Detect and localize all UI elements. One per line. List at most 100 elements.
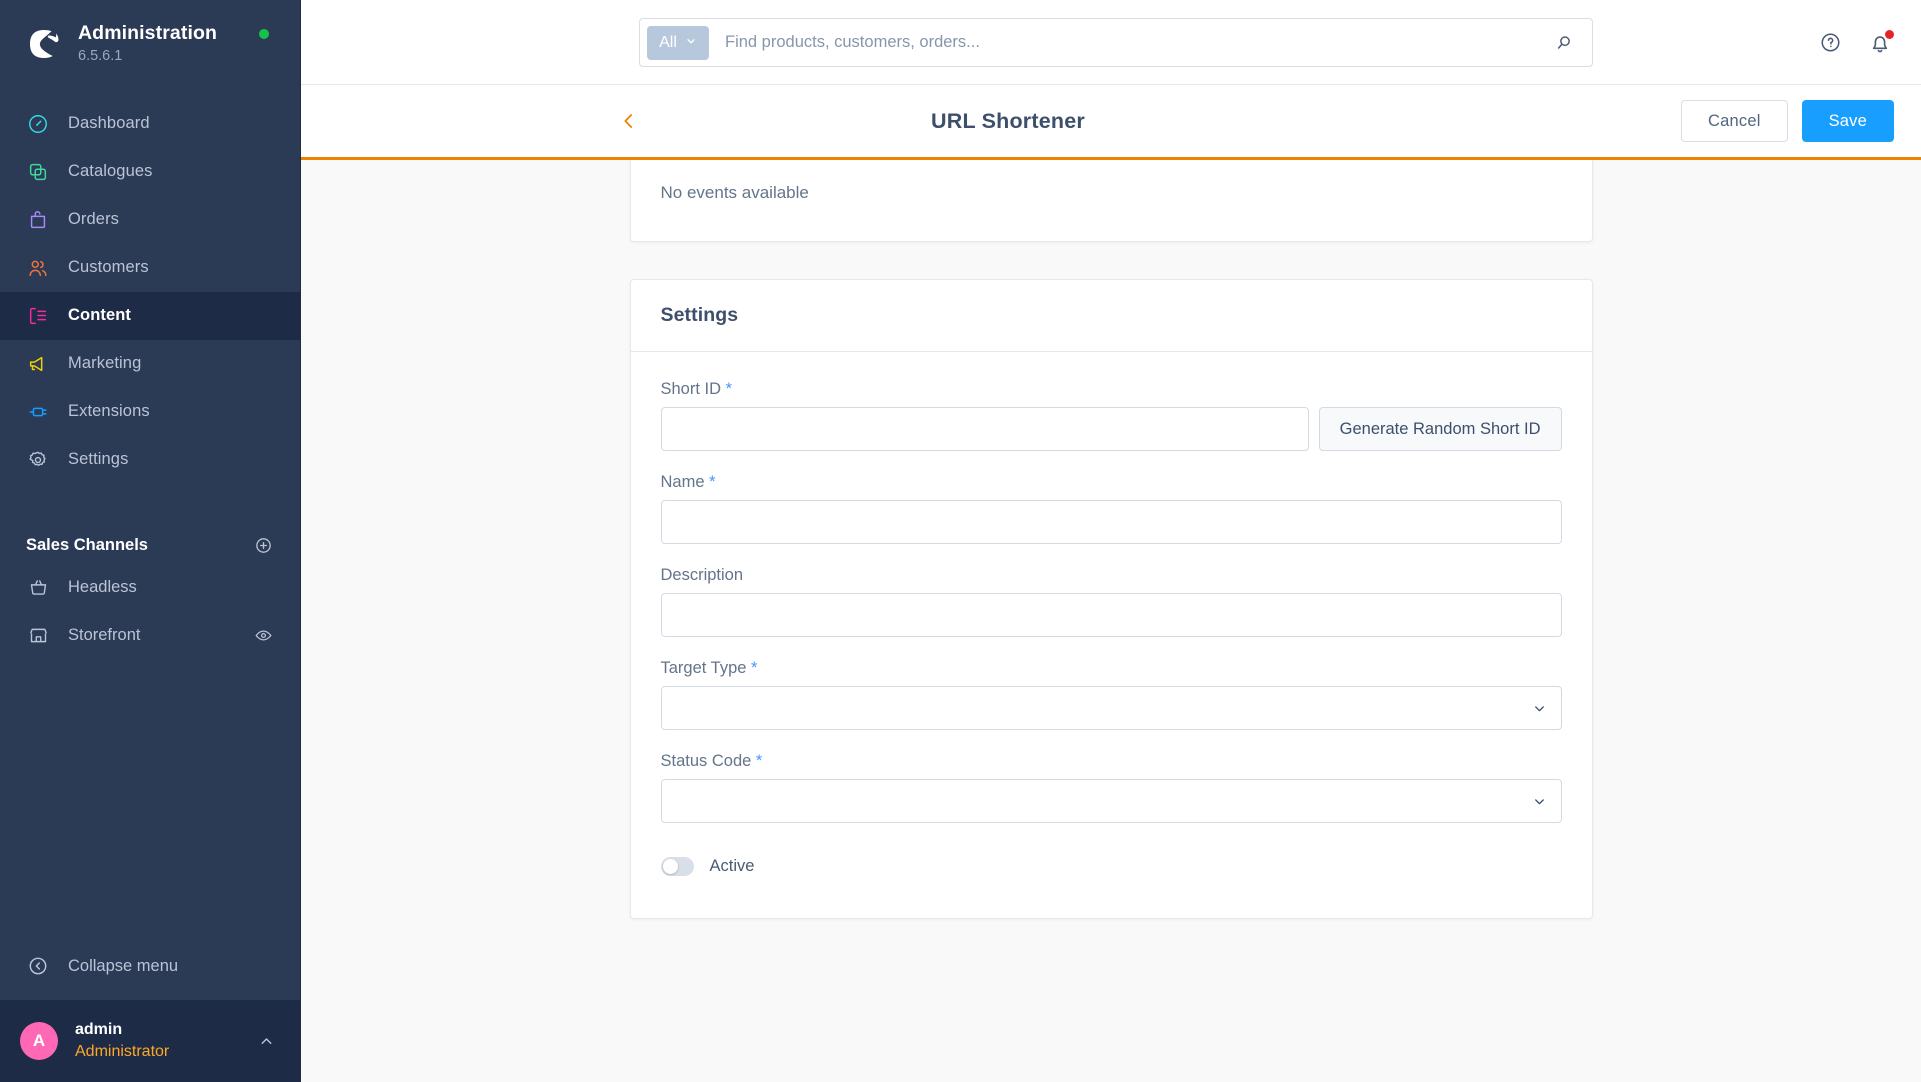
main-area: All Find products, customers, orders... … — [301, 0, 1921, 1082]
events-card-body: No events available — [631, 160, 1592, 241]
sidebar: Administration 6.5.6.1 Dashboard Catalog… — [0, 0, 301, 1082]
search-scope-dropdown[interactable]: All — [647, 25, 709, 60]
sidebar-item-catalogues[interactable]: Catalogues — [0, 148, 300, 196]
sidebar-item-marketing[interactable]: Marketing — [0, 340, 300, 388]
sidebar-item-label: Headless — [68, 578, 137, 597]
customers-icon — [26, 256, 50, 280]
sidebar-item-label: Customers — [68, 258, 149, 277]
sales-channels-title: Sales Channels — [26, 536, 148, 555]
sidebar-item-content[interactable]: Content — [0, 291, 300, 340]
events-empty-text: No events available — [660, 183, 809, 202]
sidebar-item-customers[interactable]: Customers — [0, 244, 300, 292]
settings-card: Settings Short ID * Generate Random Shor… — [629, 279, 1593, 919]
content-inner: No events available Settings Short ID * — [629, 160, 1593, 955]
bell-icon[interactable] — [1866, 29, 1894, 57]
back-button[interactable] — [614, 106, 644, 136]
eye-icon[interactable] — [252, 625, 274, 647]
target-type-select-wrap — [660, 686, 1562, 730]
sidebar-item-label: Content — [68, 306, 132, 325]
avatar: A — [20, 1022, 58, 1060]
field-label-text: Name — [660, 473, 705, 491]
dashboard-icon — [26, 112, 50, 136]
chevron-up-icon[interactable] — [256, 1031, 276, 1051]
sidebar-item-dashboard[interactable]: Dashboard — [0, 100, 300, 148]
extensions-icon — [26, 400, 50, 424]
sidebar-item-label: Storefront — [68, 626, 141, 645]
chevron-down-icon — [685, 34, 697, 52]
user-role: Administrator — [75, 1043, 170, 1060]
sidebar-item-extensions[interactable]: Extensions — [0, 388, 300, 436]
collapse-menu-button[interactable]: Collapse menu — [0, 938, 300, 994]
settings-card-body: Short ID * Generate Random Short ID Name… — [630, 351, 1592, 918]
short-id-row: Generate Random Short ID — [660, 407, 1562, 451]
settings-gear-icon — [26, 448, 50, 472]
field-label-text: Status Code — [660, 752, 752, 770]
notification-badge — [1885, 29, 1894, 39]
cancel-button[interactable]: Cancel — [1681, 100, 1788, 142]
field-label: Description — [661, 566, 1562, 585]
basket-icon — [26, 576, 50, 600]
field-active: Active — [660, 857, 1562, 876]
target-type-select[interactable] — [660, 686, 1562, 730]
field-label-text: Description — [660, 566, 744, 584]
app-version: 6.5.6.1 — [78, 48, 123, 65]
storefront-icon — [26, 624, 50, 648]
field-label-text: Short ID — [660, 380, 722, 398]
name-input[interactable] — [660, 500, 1562, 544]
search-icon[interactable] — [1551, 30, 1577, 56]
required-asterisk: * — [725, 380, 733, 398]
field-label: Name * — [661, 473, 1562, 492]
sidebar-item-label: Dashboard — [68, 114, 150, 133]
catalogues-icon — [26, 160, 50, 184]
user-menu[interactable]: A admin Administrator — [0, 1000, 300, 1082]
field-label-text: Target Type — [660, 659, 747, 677]
sidebar-item-label: Extensions — [68, 402, 150, 421]
description-input[interactable] — [660, 593, 1562, 637]
field-short-id: Short ID * Generate Random Short ID — [660, 380, 1562, 451]
settings-card-title: Settings — [660, 304, 739, 326]
topbar-actions — [1816, 0, 1894, 85]
sidebar-item-label: Marketing — [68, 354, 142, 373]
toggle-knob — [662, 859, 678, 874]
help-circle-icon[interactable] — [1816, 29, 1844, 57]
sidebar-item-orders[interactable]: Orders — [0, 196, 300, 244]
field-name: Name * — [660, 473, 1562, 544]
sidebar-item-label: Settings — [68, 450, 129, 469]
save-button[interactable]: Save — [1801, 100, 1894, 142]
active-toggle[interactable] — [660, 857, 694, 876]
search-scope-label: All — [659, 33, 677, 51]
field-label: Short ID * — [661, 380, 1562, 399]
field-label: Target Type * — [661, 659, 1562, 678]
sidebar-header: Administration 6.5.6.1 — [0, 0, 300, 89]
content-bottom-spacer — [630, 919, 1593, 955]
active-toggle-label: Active — [709, 857, 755, 875]
status-indicator-dot — [259, 29, 269, 39]
search-input[interactable] — [709, 33, 1551, 52]
sidebar-item-headless[interactable]: Headless — [0, 564, 300, 612]
sidebar-item-label: Catalogues — [68, 162, 153, 181]
global-search: All — [639, 18, 1593, 67]
plus-circle-icon[interactable] — [252, 535, 274, 557]
required-asterisk: * — [751, 659, 758, 677]
short-id-input[interactable] — [660, 407, 1309, 451]
sidebar-item-label: Orders — [68, 210, 120, 229]
page-header: URL Shortener Cancel Save — [301, 85, 1921, 160]
required-asterisk: * — [755, 752, 763, 770]
status-code-select[interactable] — [660, 779, 1562, 823]
sales-channels-header: Sales Channels — [0, 528, 300, 564]
collapse-left-circle-icon — [26, 954, 50, 978]
orders-icon — [26, 208, 50, 232]
generate-random-short-id-button[interactable]: Generate Random Short ID — [1318, 407, 1562, 451]
page-header-actions: Cancel Save — [1681, 100, 1894, 142]
user-name: admin — [75, 1021, 123, 1039]
content-scroll-area[interactable]: No events available Settings Short ID * — [301, 160, 1921, 1082]
field-target-type: Target Type * — [660, 659, 1562, 730]
sidebar-item-storefront[interactable]: Storefront — [0, 612, 300, 660]
app-title: Administration — [78, 22, 217, 44]
events-card: No events available — [629, 160, 1593, 242]
sidebar-item-settings[interactable]: Settings — [0, 436, 300, 484]
marketing-icon — [26, 352, 50, 376]
shopware-logo-icon — [26, 26, 62, 62]
required-asterisk: * — [709, 473, 716, 491]
